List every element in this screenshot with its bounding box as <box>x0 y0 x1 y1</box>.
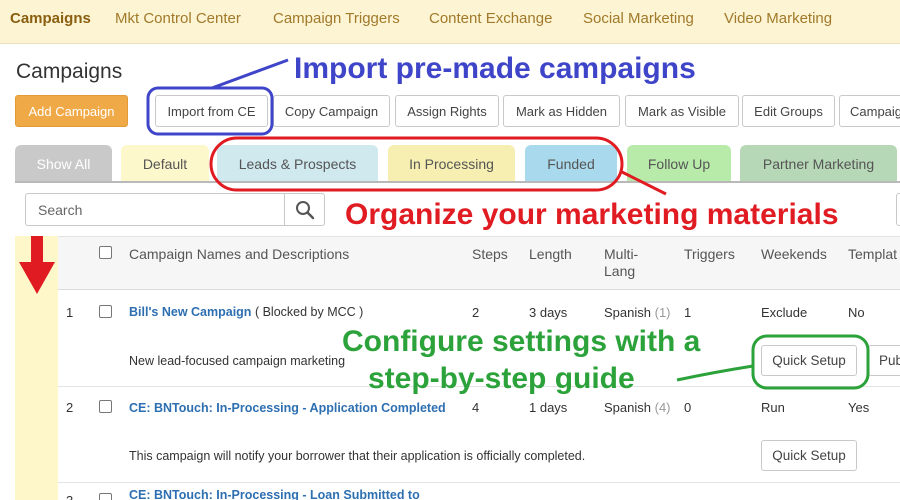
tabs-pointer-line <box>621 170 667 196</box>
quick-setup-pointer-line <box>676 364 754 382</box>
annotation-import: Import pre-made campaigns <box>294 52 696 85</box>
down-arrow-icon <box>19 236 55 294</box>
import-pointer-line <box>211 58 289 90</box>
quick-setup-highlight-ellipse <box>751 334 870 390</box>
tabs-highlight-ellipse <box>209 136 624 192</box>
annotation-configure-line1: Configure settings with a <box>342 325 701 358</box>
annotation-organize: Organize your marketing materials <box>345 198 839 231</box>
annotation-configure-line2: step-by-step guide <box>368 362 635 395</box>
import-highlight-ellipse <box>146 86 274 136</box>
